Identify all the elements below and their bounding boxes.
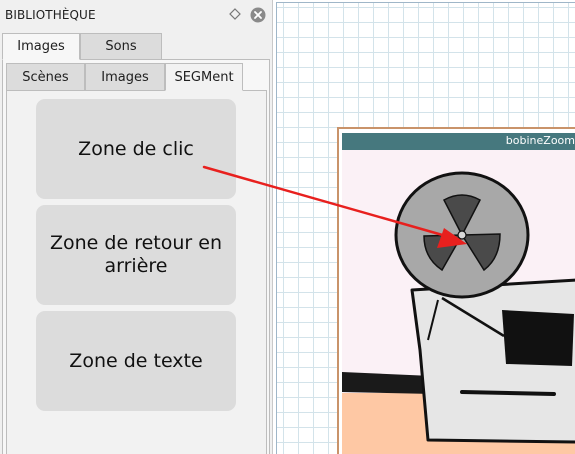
scene-header[interactable]: bobineZoom [342, 133, 575, 150]
app-window: BIBLIOTHÈQUE Images Sons Scènes Images S… [0, 0, 575, 454]
library-title: BIBLIOTHÈQUE [5, 8, 96, 22]
click-zone-label: Zone de clic [78, 137, 194, 160]
tab-images[interactable]: Images [2, 33, 80, 60]
subtab-segment-label: SEGMent [174, 69, 234, 85]
close-icon[interactable] [250, 7, 266, 23]
diamond-pin-icon[interactable] [229, 8, 241, 20]
library-panel: BIBLIOTHÈQUE Images Sons Scènes Images S… [0, 0, 273, 454]
tab-images-label: Images [17, 39, 65, 54]
text-zone-item[interactable]: Zone de texte [36, 311, 236, 411]
subtab-scenes-label: Scènes [22, 69, 69, 85]
subtab-segment[interactable]: SEGMent [165, 63, 243, 91]
subtab-scenes[interactable]: Scènes [6, 63, 85, 91]
back-zone-label: Zone de retour en arrière [50, 232, 222, 277]
tab-sons[interactable]: Sons [80, 33, 162, 60]
scene-image[interactable] [342, 150, 575, 454]
tab-sons-label: Sons [105, 39, 137, 54]
click-zone-item[interactable]: Zone de clic [36, 99, 236, 199]
back-zone-item[interactable]: Zone de retour en arrière [36, 205, 236, 305]
scene-title: bobineZoom [505, 134, 575, 147]
subtab-images-label: Images [101, 69, 149, 85]
text-zone-label: Zone de texte [69, 349, 203, 372]
subtab-images[interactable]: Images [85, 63, 165, 91]
